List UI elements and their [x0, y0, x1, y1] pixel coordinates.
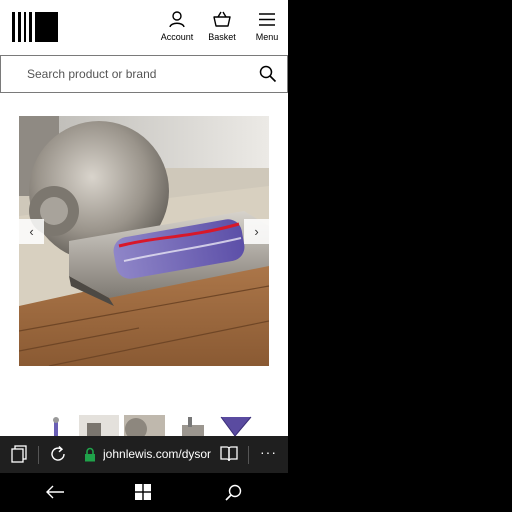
browser-address-bar: johnlewis.com/dysor ··· — [0, 436, 288, 473]
tabs-icon[interactable] — [11, 445, 27, 463]
account-icon — [169, 11, 185, 28]
url-field[interactable]: johnlewis.com/dysor — [103, 447, 211, 461]
web-page: Account Basket Menu Search product or br… — [0, 0, 288, 436]
thumbnail-1[interactable] — [48, 415, 64, 436]
product-image[interactable] — [19, 116, 269, 366]
search-bar[interactable]: Search product or brand — [0, 55, 288, 93]
search-icon[interactable] — [259, 65, 277, 83]
toolbar-divider — [248, 446, 249, 464]
windows-icon[interactable] — [135, 484, 151, 500]
thumbnail-3[interactable] — [124, 415, 165, 436]
next-image-button[interactable]: › — [244, 219, 269, 244]
system-search-icon[interactable] — [225, 484, 242, 501]
more-icon[interactable]: ··· — [260, 444, 277, 460]
system-navigation-bar — [0, 473, 288, 512]
phone-screen: Account Basket Menu Search product or br… — [0, 0, 288, 512]
thumbnail-strip — [0, 415, 288, 436]
site-header: Account Basket Menu — [0, 0, 288, 55]
basket-icon — [213, 11, 231, 27]
account-label: Account — [160, 32, 194, 42]
menu-button[interactable]: Menu — [247, 11, 287, 42]
basket-button[interactable]: Basket — [202, 11, 242, 42]
previous-image-button[interactable]: ‹ — [19, 219, 44, 244]
thumbnail-5[interactable] — [219, 415, 253, 436]
menu-label: Menu — [255, 32, 279, 42]
menu-icon — [259, 13, 275, 26]
back-icon[interactable] — [45, 484, 65, 500]
refresh-icon[interactable] — [49, 445, 67, 463]
account-button[interactable]: Account — [157, 11, 197, 42]
toolbar-divider — [38, 446, 39, 464]
basket-label: Basket — [208, 32, 236, 42]
reading-view-icon[interactable] — [219, 445, 239, 463]
thumbnail-4[interactable] — [176, 415, 206, 436]
thumbnail-2[interactable] — [79, 415, 119, 436]
search-input[interactable]: Search product or brand — [27, 67, 156, 81]
john-lewis-logo[interactable] — [12, 12, 58, 42]
lock-icon — [85, 447, 95, 462]
vacuum-cleaner-image — [19, 116, 269, 366]
